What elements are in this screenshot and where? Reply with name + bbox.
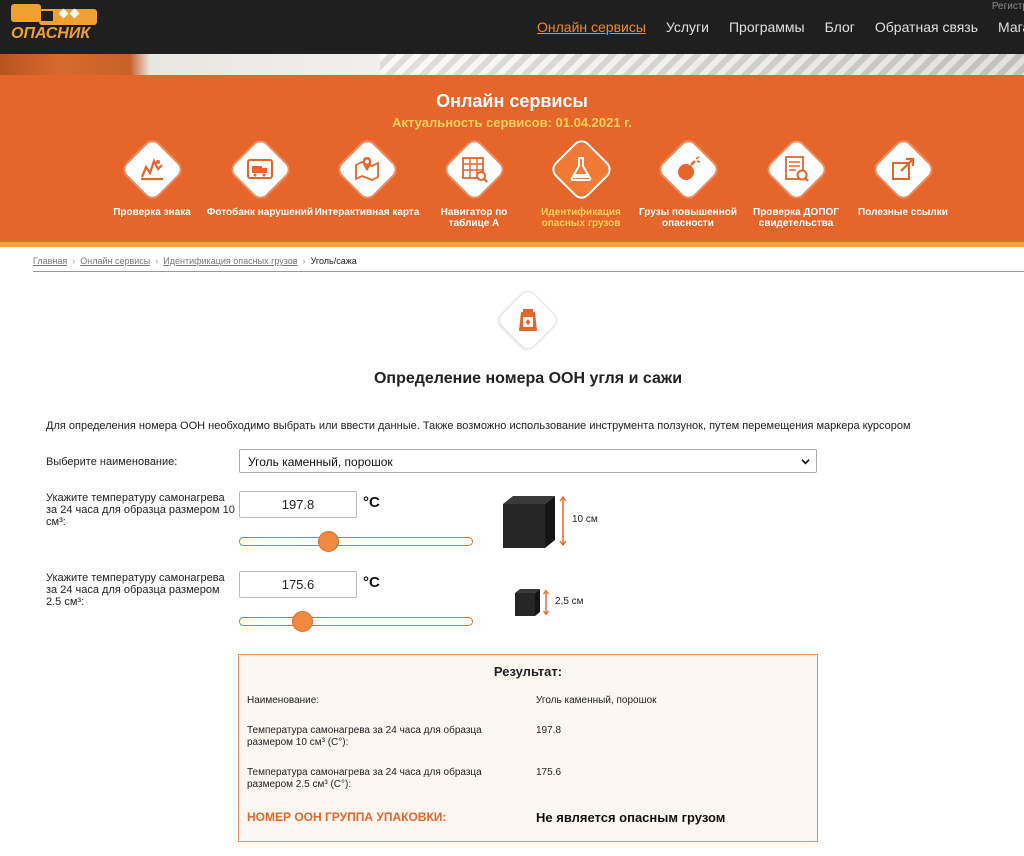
result-temp1-value: 197.8 bbox=[536, 725, 562, 736]
temp2-slider-thumb[interactable] bbox=[292, 611, 314, 632]
temp1-unit: °C bbox=[363, 494, 380, 511]
service-label: Интерактивная карта bbox=[314, 207, 420, 218]
nav-shop[interactable]: Магаз bbox=[998, 19, 1024, 35]
nav-services[interactable]: Услуги bbox=[666, 19, 709, 35]
service-label: Полезные ссылки bbox=[858, 207, 948, 218]
temp1-input[interactable]: 197.8 bbox=[239, 491, 357, 518]
service-table-navigator[interactable]: Навигатор по таблице А bbox=[419, 139, 529, 229]
result-un-number-value: Не является опасным грузом bbox=[536, 810, 726, 825]
service-adr-check[interactable]: Проверка ДОПОГ свидетельства bbox=[741, 139, 851, 229]
register-link[interactable]: Регистр bbox=[992, 1, 1024, 12]
nav-online-services[interactable]: Онлайн сервисы bbox=[537, 19, 646, 35]
name-select-label: Выберите наименование: bbox=[46, 456, 178, 468]
temp2-unit: °C bbox=[363, 574, 380, 591]
banner-subtitle: Актуальность сервисов: 01.04.2021 г. bbox=[392, 115, 632, 130]
result-title: Результат: bbox=[493, 664, 563, 679]
service-sign-check[interactable]: Проверка знака bbox=[97, 139, 207, 218]
temp1-label: Укажите температуру самонагрева за 24 ча… bbox=[46, 492, 235, 528]
breadcrumb-separator: › bbox=[72, 256, 76, 266]
temp2-slider-track[interactable] bbox=[239, 617, 473, 626]
temp1-slider-track[interactable] bbox=[239, 537, 473, 546]
service-useful-links[interactable]: Полезные ссылки bbox=[848, 139, 958, 218]
chevron-down-icon bbox=[801, 459, 810, 465]
service-label: Фотобанк нарушений bbox=[206, 207, 314, 218]
breadcrumb-online-services[interactable]: Онлайн сервисы bbox=[80, 256, 150, 266]
service-label: Проверка ДОПОГ свидетельства bbox=[753, 207, 839, 229]
banner-title: Онлайн сервисы bbox=[436, 91, 588, 111]
result-name-value: Уголь каменный, порошок bbox=[536, 695, 657, 706]
result-temp2-label: Температура самонагрева за 24 часа для о… bbox=[247, 767, 482, 790]
service-high-danger[interactable]: Грузы повышенной опасности bbox=[633, 139, 743, 229]
temp2-input[interactable]: 175.6 bbox=[239, 571, 357, 598]
result-panel: Результат: Наименование: Уголь каменный,… bbox=[238, 654, 818, 842]
bomb-icon bbox=[678, 156, 701, 180]
temp1-slider-thumb[interactable] bbox=[317, 531, 339, 552]
breadcrumb-home[interactable]: Главная bbox=[33, 256, 67, 266]
name-select[interactable]: Уголь каменный, порошок bbox=[239, 449, 817, 473]
external-link-icon bbox=[892, 157, 915, 180]
temp2-label: Укажите температуру самонагрева за 24 ча… bbox=[46, 572, 225, 608]
table-search-icon bbox=[462, 157, 488, 183]
service-label: Проверка знака bbox=[113, 207, 191, 218]
cube-small-icon bbox=[515, 589, 549, 616]
breadcrumb-separator: › bbox=[302, 256, 306, 266]
result-temp2-value: 175.6 bbox=[536, 767, 562, 778]
map-pin-icon bbox=[355, 157, 379, 181]
service-identification[interactable]: Идентификация опасных грузов bbox=[526, 139, 636, 229]
breadcrumb: Главная › Онлайн сервисы › Идентификация опа… bbox=[33, 256, 357, 266]
services-banner: Онлайн сервисы Актуальность сервисов: 01… bbox=[0, 75, 1024, 242]
page-intro: Для определения номера ООН необходимо вы… bbox=[46, 420, 911, 432]
logo-text: ОПАСНИК bbox=[11, 25, 91, 42]
top-bar: ОПАСНИК Регистр Онлайн сервисы Услуги Пр… bbox=[0, 0, 1024, 54]
banner-bottom-line bbox=[0, 242, 1024, 247]
result-name-label: Наименование: bbox=[247, 695, 320, 706]
service-label: Навигатор по таблице А bbox=[440, 207, 508, 229]
flammable-bag-icon bbox=[519, 309, 537, 331]
photo-truck-icon bbox=[247, 159, 273, 179]
cube-large-caption: 10 см bbox=[572, 514, 598, 525]
stripes-decoration bbox=[380, 54, 1024, 75]
breadcrumb-current: Уголь/сажа bbox=[310, 256, 357, 266]
cube-small-caption: 2,5 см bbox=[555, 596, 584, 607]
name-select-value: Уголь каменный, порошок bbox=[248, 455, 393, 469]
breadcrumb-divider bbox=[33, 271, 1024, 272]
hazard-sign-icon bbox=[140, 158, 163, 181]
service-label: Идентификация опасных грузов bbox=[541, 207, 621, 229]
service-map[interactable]: Интерактивная карта bbox=[312, 139, 422, 218]
cube-large-icon bbox=[503, 495, 567, 548]
nav-feedback[interactable]: Обратная связь bbox=[875, 19, 978, 35]
flask-icon bbox=[570, 157, 592, 181]
certificate-search-icon bbox=[785, 156, 809, 182]
service-photobank[interactable]: Фотобанк нарушений bbox=[205, 139, 315, 218]
breadcrumb-separator: › bbox=[155, 256, 159, 266]
main-nav: Онлайн сервисы Услуги Программы Блог Обр… bbox=[537, 19, 1024, 35]
breadcrumb-identification[interactable]: Идентификация опасных грузов bbox=[163, 256, 297, 266]
service-label: Грузы повышенной опасности bbox=[638, 207, 738, 229]
nav-blog[interactable]: Блог bbox=[825, 19, 855, 35]
result-un-number-label: НОМЕР ООН ГРУППА УПАКОВКИ: bbox=[247, 810, 447, 824]
header-texture-strip bbox=[0, 54, 1024, 75]
page-title: Определение номера ООН угля и сажи bbox=[373, 370, 683, 387]
result-temp1-label: Температура самонагрева за 24 часа для о… bbox=[247, 725, 482, 748]
nav-programs[interactable]: Программы bbox=[729, 19, 805, 35]
logo[interactable]: ОПАСНИК bbox=[8, 2, 100, 48]
